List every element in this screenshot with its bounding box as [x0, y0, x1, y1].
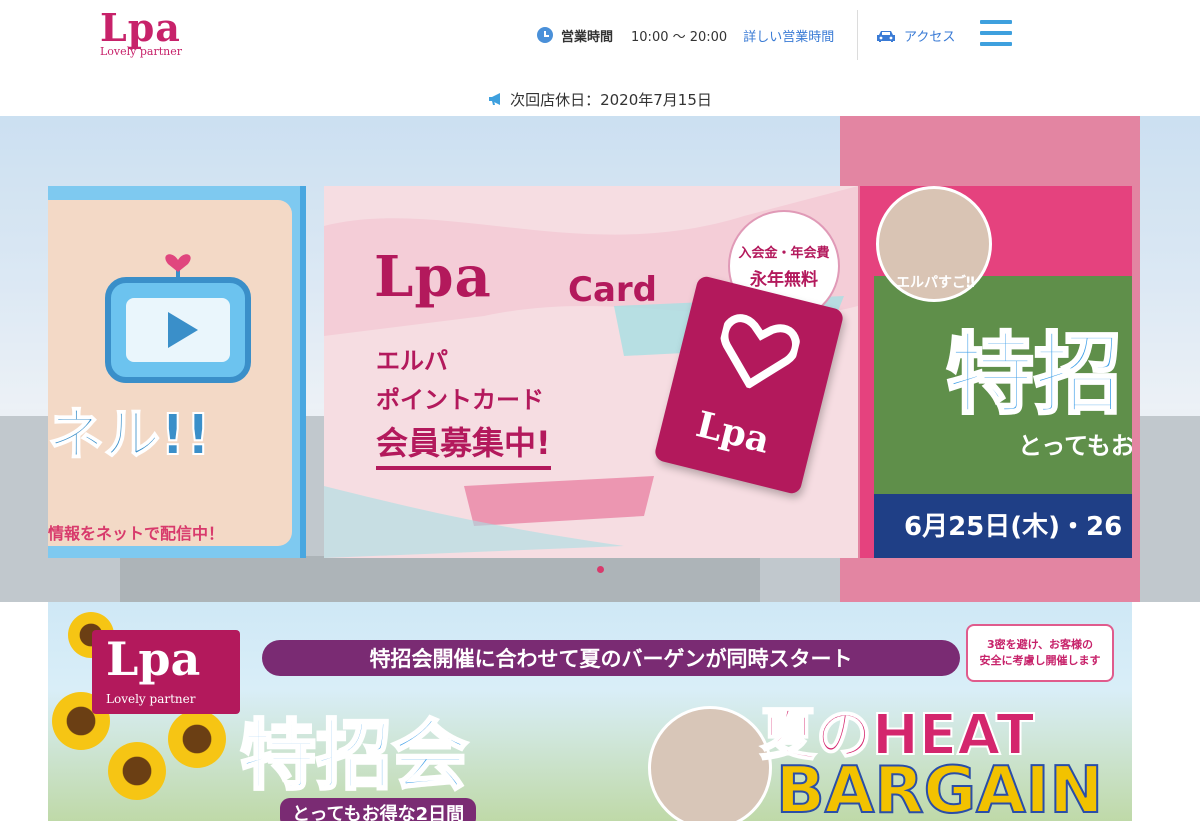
carousel-slide-prev[interactable]: ネル!! 情報をネットで配信中！: [48, 186, 306, 558]
closing-notice: 次回店休日：2020年7月15日: [0, 82, 1200, 116]
card-line-2: ポイントカード: [376, 386, 544, 414]
hero-carousel: ネル!! 情報をネットで配信中！ Lpa Card エルパ ポイントカード 会員…: [0, 116, 1200, 602]
hours-time: 10:00 〜 20:00: [631, 29, 728, 45]
sunflower-icon: [168, 710, 226, 768]
banner-headline: 特招会開催に合わせて夏のバーゲンが同時スタート: [262, 640, 960, 676]
menu-bar: [980, 31, 1012, 35]
banner-subtitle: とってもお得な2日間: [280, 798, 477, 821]
access-label: アクセス: [904, 30, 956, 45]
menu-bar: [980, 20, 1012, 24]
banner-person-photo: [648, 706, 772, 821]
card-line-3: 会員募集中!: [376, 418, 551, 470]
banner-logo: Lpa Lovely partner: [92, 630, 240, 714]
car-icon: [877, 30, 895, 42]
carousel-slide-active[interactable]: Lpa Card エルパ ポイントカード 会員募集中! 入会金・年会費 永年無料…: [324, 186, 858, 558]
banner-logo-text: Lpa: [106, 632, 201, 686]
hours-detail-link[interactable]: 詳しい営業時間: [743, 26, 834, 45]
logo-text: Lpa: [100, 5, 181, 50]
access-link[interactable]: アクセス: [876, 26, 955, 45]
card-word: Card: [568, 270, 658, 310]
card-logo-text: Lpa: [374, 244, 492, 310]
slide-date: 6月25日(木)・26: [904, 512, 1123, 542]
safety-note-line-2: 安全に考慮し開催します: [979, 654, 1101, 667]
notice-text: 次回店休日：2020年7月15日: [510, 90, 712, 109]
slide-panel: ネル!! 情報をネットで配信中！: [48, 200, 292, 546]
sunflower-icon: [108, 742, 166, 800]
banner-logo-subtitle: Lovely partner: [106, 692, 196, 706]
banner-bargain-text: BARGAIN: [775, 753, 1104, 821]
safety-note-line-1: 3密を避け、お客様の: [986, 638, 1094, 651]
menu-bar: [980, 42, 1012, 46]
hamburger-menu-button[interactable]: [980, 20, 1012, 48]
badge-line-1: 入会金・年会費: [738, 246, 830, 261]
banner-big-title: 特招会: [239, 710, 470, 802]
clock-icon: [537, 27, 553, 43]
slide-bubble-text: エルパすご‼: [896, 275, 975, 291]
banner-headline-text: 特招会開催に合わせて夏のバーゲンが同時スタート: [369, 647, 853, 671]
site-logo[interactable]: Lpa Lovely partner: [100, 8, 200, 68]
tv-icon: [105, 254, 251, 383]
carousel-dot[interactable]: [596, 566, 604, 573]
carousel-indicator: [0, 566, 1200, 573]
carousel-slide-next[interactable]: エルパすご‼ 特招 とってもお 6月25日(木)・26: [860, 186, 1132, 558]
slide-subtitle: とってもお: [1018, 432, 1132, 460]
megaphone-icon: [489, 93, 501, 105]
hours-label: 営業時間: [561, 29, 614, 45]
safety-note: 3密を避け、お客様の 安全に考慮し開催します: [966, 624, 1114, 682]
summer-bargain-banner[interactable]: Lpa Lovely partner 特招会開催に合わせて夏のバーゲンが同時スタ…: [48, 602, 1132, 821]
card-line-1: エルパ: [376, 347, 448, 375]
point-card-logo: Lpa: [692, 403, 774, 462]
business-hours: 営業時間 10:00 〜 20:00 詳しい営業時間: [537, 26, 834, 45]
tv-title-graphic: ネル!!: [48, 402, 212, 469]
slide-title: 特招: [944, 322, 1123, 428]
slide-caption: 情報をネットで配信中！: [48, 524, 225, 543]
site-header: Lpa Lovely partner 営業時間 10:00 〜 20:00 詳し…: [0, 0, 1200, 82]
header-divider: [857, 10, 858, 60]
logo-subtitle: Lovely partner: [100, 45, 183, 58]
badge-line-2: 永年無料: [750, 270, 818, 290]
heart-icon: [720, 314, 800, 390]
